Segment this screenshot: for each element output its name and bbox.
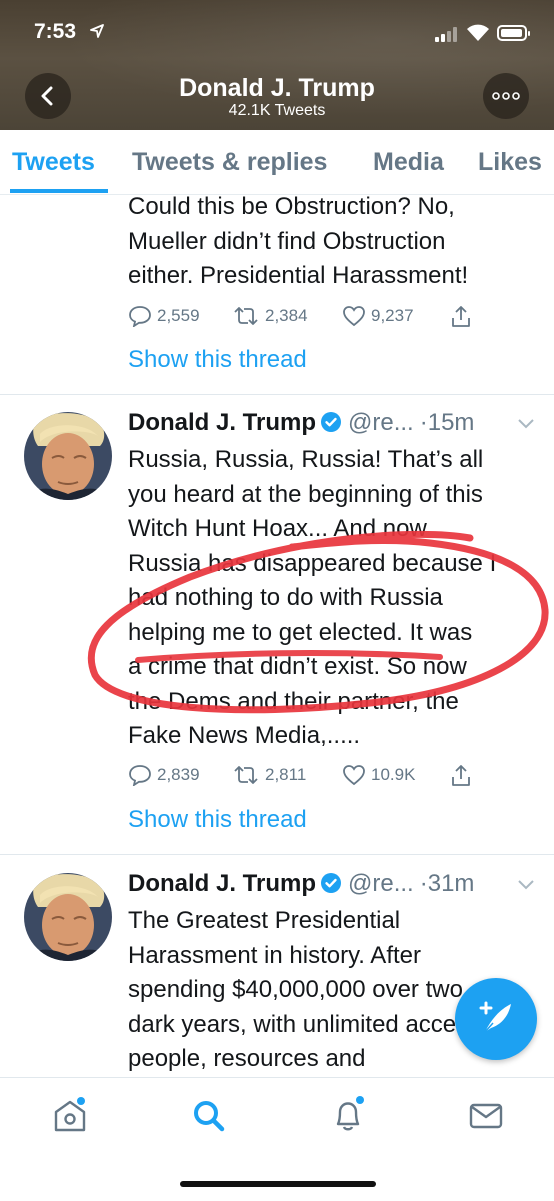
battery-icon	[497, 25, 530, 41]
tweet-timestamp: ·31m	[419, 870, 475, 897]
search-icon	[194, 1101, 225, 1132]
home-indicator	[180, 1181, 376, 1187]
reply-icon	[129, 765, 151, 786]
reply-count: 2,839	[157, 765, 200, 784]
tab-tweets-and-replies[interactable]: Tweets & replies	[132, 148, 327, 177]
tweet-author[interactable]: Donald J. Trump @re... ·31m	[128, 870, 474, 898]
status-time: 7:53	[34, 20, 77, 43]
retweet-count: 2,811	[265, 765, 307, 784]
messages-icon	[469, 1103, 503, 1129]
profile-name: Donald J. Trump	[179, 74, 375, 102]
share-button[interactable]	[450, 764, 477, 788]
compose-icon	[479, 1001, 511, 1033]
cellular-signal-icon	[435, 26, 461, 42]
author-name: Donald J. Trump	[128, 870, 317, 897]
home-notification-dot	[77, 1097, 85, 1105]
tab-tweets[interactable]: Tweets	[12, 148, 95, 177]
nav-home[interactable]	[50, 1096, 90, 1136]
verified-icon	[321, 873, 342, 893]
author-handle: @re...	[348, 870, 414, 897]
tweet-actions: 2,839 2,811 10.9K	[128, 764, 528, 794]
like-count: 10.9K	[371, 765, 416, 784]
profile-tabs: Tweets Tweets & replies Media Likes	[0, 130, 554, 195]
like-icon	[343, 765, 365, 786]
tweet-count: 42.1K Tweets	[228, 102, 326, 119]
reply-button[interactable]: 2,839	[128, 764, 200, 786]
tweet-line: Harassment in history. After	[128, 941, 421, 969]
tweet-feed[interactable]: Could this be Obstruction? No, Mueller d…	[0, 195, 554, 1077]
more-options-button[interactable]	[483, 73, 529, 119]
nav-notifications[interactable]	[328, 1096, 368, 1136]
retweet-icon	[234, 766, 258, 784]
share-icon	[452, 765, 470, 786]
chevron-down-icon[interactable]	[516, 878, 536, 892]
nav-search[interactable]	[189, 1096, 229, 1136]
nav-messages[interactable]	[466, 1096, 506, 1136]
tab-media[interactable]: Media	[373, 148, 444, 177]
active-tab-indicator	[10, 189, 108, 193]
tab-likes[interactable]: Likes	[478, 148, 542, 177]
compose-tweet-button[interactable]	[455, 978, 537, 1060]
location-arrow-icon	[90, 24, 104, 38]
retweet-button[interactable]: 2,811	[232, 764, 306, 786]
more-icon	[492, 92, 520, 100]
notifications-dot	[356, 1096, 364, 1104]
show-thread-link[interactable]: Show this thread	[128, 806, 307, 834]
tweet-line: The Greatest Presidential	[128, 907, 401, 934]
tweet-divider	[0, 854, 554, 855]
wifi-icon	[467, 24, 489, 41]
avatar[interactable]	[24, 873, 112, 961]
like-button[interactable]: 10.9K	[342, 764, 415, 786]
